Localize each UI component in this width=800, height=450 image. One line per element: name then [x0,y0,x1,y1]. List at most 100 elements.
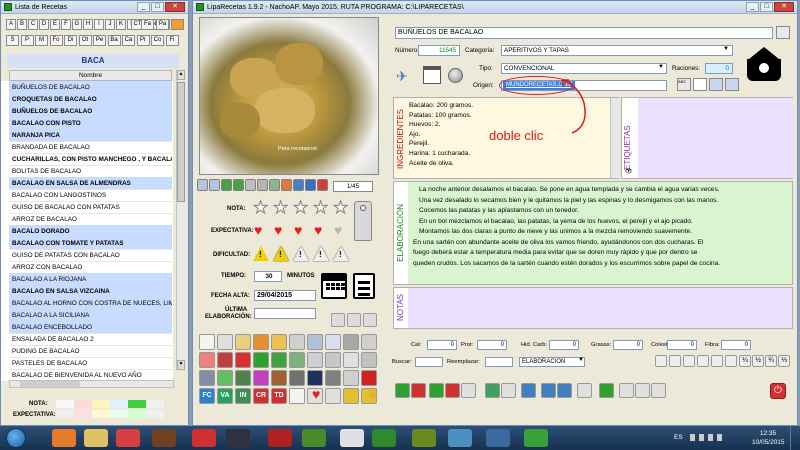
letter-filter-a[interactable]: A [6,19,16,30]
calculator-icon[interactable] [619,383,634,398]
power-off-icon[interactable]: ⏻ [770,383,786,399]
globe-icon[interactable] [293,179,304,191]
record-button-icon[interactable] [448,68,463,83]
buscar-input[interactable] [415,357,443,367]
add-icon[interactable] [395,383,410,398]
category-icon[interactable] [235,352,251,368]
nutrition-input[interactable]: 0 [613,340,643,350]
satellite-icon[interactable]: ✈ [396,68,408,85]
category-icon[interactable] [307,370,323,386]
nutrition-input[interactable]: 0 [667,340,697,350]
category-filter-ot[interactable]: Ot [78,35,92,46]
codeblocks-icon[interactable] [340,429,364,447]
category-icon[interactable] [217,370,233,386]
print-icon[interactable] [577,383,592,398]
maximize-button[interactable]: □ [760,2,773,12]
category-icon[interactable] [289,388,305,404]
tiempo-input[interactable]: 30 [254,271,282,282]
numero-input[interactable]: 11545 [418,45,460,56]
browser-icon[interactable] [281,179,292,191]
category-icon[interactable] [199,352,215,368]
star-gold-icon[interactable]: ★ [367,387,379,403]
start-button-icon[interactable] [6,428,26,448]
fraction-button[interactable]: ½ [752,355,764,367]
list-grid-icon[interactable] [651,383,666,398]
cancel-icon[interactable] [445,383,460,398]
last-photo-icon[interactable] [233,179,244,191]
category-filter-fi[interactable]: Fi [165,35,179,46]
tag-cr-icon[interactable]: CR [253,388,269,404]
star-icon[interactable]: ★ [272,199,288,217]
eye-icon[interactable]: 👁 [625,168,633,175]
liparecetas-icon[interactable] [372,429,396,447]
filter-extra-icon[interactable] [171,19,184,30]
category-icon[interactable] [289,370,305,386]
category-filter-fo[interactable]: Fo [49,35,63,46]
category-filter-di[interactable]: Di [64,35,77,46]
fecha-alta-input[interactable]: 29/04/2015 [254,290,316,301]
clock-date[interactable]: 10/05/2015 [752,439,785,446]
scroll-thumb[interactable] [177,82,185,202]
category-icon[interactable] [289,352,305,368]
add-photo-icon[interactable] [245,179,256,191]
close-button[interactable]: ✕ [774,2,794,12]
category-icon[interactable] [325,334,341,350]
bold-icon[interactable] [669,355,681,367]
category-filter-m[interactable]: M [35,35,48,46]
category-icon[interactable] [199,370,215,386]
heart-icon[interactable]: ♥ [274,223,282,237]
category-filter-ca[interactable]: Ca [122,35,135,46]
confirm-icon[interactable] [429,383,444,398]
category-filter-co[interactable]: Co [151,35,164,46]
warning-triangle-icon[interactable]: ! [333,246,349,261]
tag-va-icon[interactable]: VA [217,388,233,404]
minimize-button[interactable]: _ [746,2,759,12]
undo-icon[interactable] [655,355,667,367]
fraction-button[interactable]: ¾ [765,355,777,367]
category-icon[interactable] [325,388,341,404]
category-icon[interactable] [343,334,359,350]
close-button[interactable]: ✕ [165,2,185,12]
letter-filter-c[interactable]: C [28,19,38,30]
column-header-nombre[interactable]: Nombre [9,70,172,81]
spellcheck-icon[interactable]: ABC [677,78,691,91]
ingredients-scrollbar[interactable] [610,98,619,178]
file-explorer-icon[interactable] [84,429,108,447]
category-icon[interactable] [253,370,269,386]
letter-filter-pa[interactable]: Pa [156,19,169,30]
doc-icon[interactable] [709,78,723,91]
chevron-down-icon[interactable]: ▼ [658,64,664,70]
prev-photo-icon[interactable] [209,179,220,191]
pdf-icon[interactable] [693,78,707,91]
category-filter-ba[interactable]: Ba [107,35,121,46]
notepad-icon[interactable] [302,429,326,447]
nutrition-input[interactable]: 0 [477,340,507,350]
filezilla-icon[interactable] [268,429,292,447]
tipo-select[interactable]: CONVENCIONAL [501,63,667,74]
warning-triangle-icon[interactable]: ! [293,246,309,261]
app-icon[interactable] [412,429,436,447]
minimize-button[interactable]: _ [137,2,150,12]
remove-icon[interactable] [411,383,426,398]
heart-icon[interactable]: ♥ [334,223,342,237]
category-icon[interactable] [253,352,269,368]
list-icon[interactable] [725,355,737,367]
letter-filter-b[interactable]: B [17,19,27,30]
chevron-down-icon[interactable]: ▼ [578,357,584,363]
star-icon[interactable]: ★ [312,199,328,217]
category-icon[interactable] [325,370,341,386]
underline-icon[interactable] [697,355,709,367]
letter-filter-fa[interactable]: Fa [141,19,154,30]
warning-triangle-icon[interactable]: ! [313,246,329,261]
save-title-icon[interactable] [776,26,790,39]
cooking-pot-icon[interactable] [743,45,785,87]
category-icon[interactable] [361,370,377,386]
warning-triangle-icon[interactable]: ! [253,246,269,261]
category-icon[interactable] [343,388,359,404]
letter-filter-d[interactable]: D [39,19,49,30]
category-icon[interactable] [271,352,287,368]
letter-filter-h[interactable]: H [83,19,93,30]
ultima-elaboracion-input[interactable] [254,308,316,319]
category-icon[interactable] [271,334,287,350]
show-desktop-button[interactable] [790,426,800,450]
